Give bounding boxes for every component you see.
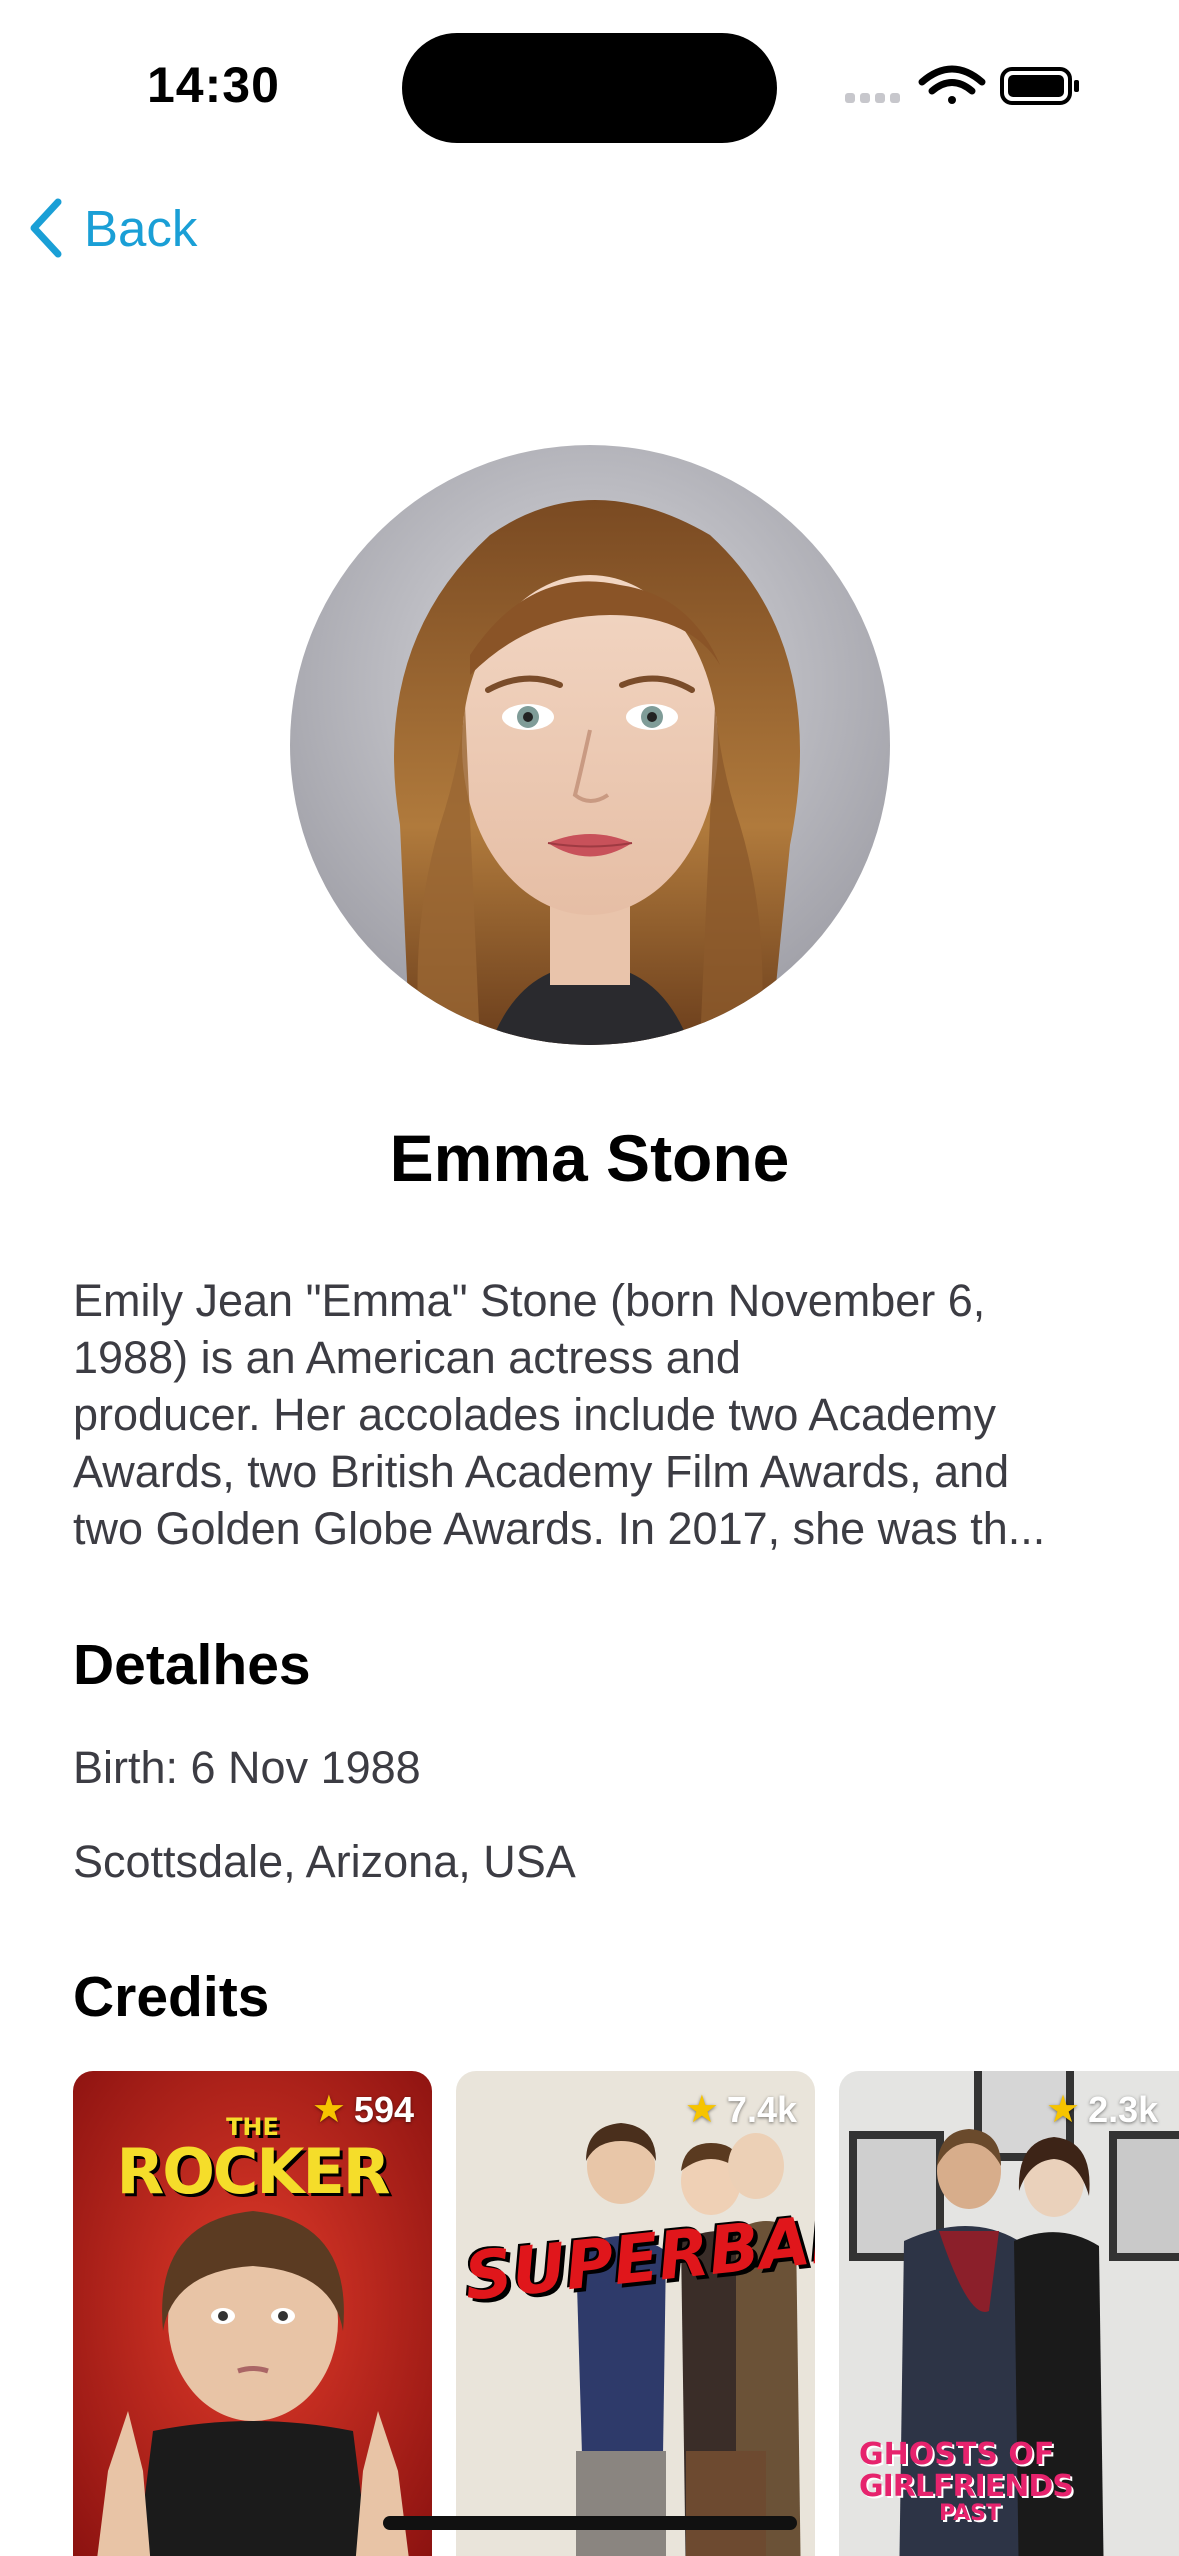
rating-value: 2.3k [1088,2088,1159,2130]
birth-date: Birth: 6 Nov 1988 [73,1742,421,1793]
credit-card[interactable]: GHOSTS OF GIRLFRIENDS PAST ★ 2.3k [839,2071,1179,2556]
poster-title: ROCKER [116,2135,390,2208]
dynamic-island [402,33,777,143]
bio-line: two Golden Globe Awards. In 2017, she wa… [73,1503,1046,1554]
wifi-icon [918,65,986,104]
credit-card[interactable]: THE ROCKER ★ 594 [73,2071,432,2556]
poster-title: GHOSTS OF [859,2437,1055,2472]
rating-value: 7.4k [726,2088,797,2130]
star-icon: ★ [1046,2089,1081,2131]
rating-value: 594 [353,2088,414,2130]
status-icons [845,60,1085,110]
poster-title: GIRLFRIENDS [859,2469,1074,2504]
battery-icon [1000,67,1079,105]
actor-detail-screen: 14:30 Back Emma Stone Emily Jean "Emma" … [0,0,1179,2556]
star-icon: ★ [684,2089,719,2131]
bio-line: Emily Jean "Emma" Stone (born November 6… [73,1275,986,1326]
status-time: 14:30 [147,57,280,113]
biography: Emily Jean "Emma" Stone (born November 6… [73,1272,1113,1557]
cellular-dots-icon [845,93,900,103]
details-heading: Detalhes [73,1633,311,1697]
bio-line: Awards, two British Academy Film Awards,… [73,1446,1010,1497]
star-icon: ★ [311,2089,346,2131]
rating-badge: ★ 7.4k [685,2087,797,2132]
poster-image [456,2071,815,2556]
chevron-left-icon [30,198,62,258]
poster-title: PAST [939,2501,1001,2526]
home-indicator[interactable] [383,2516,797,2530]
rating-badge: ★ 2.3k [1046,2087,1158,2132]
back-label: Back [84,199,198,257]
bio-line: producer. Her accolades include two Acad… [73,1389,997,1440]
back-button[interactable]: Back [26,188,197,268]
credit-card[interactable]: SUPERBAD ★ 7.4k [456,2071,815,2556]
bio-line: 1988) is an American actress and [73,1332,741,1383]
credits-heading: Credits [73,1965,270,2029]
rating-badge: ★ 594 [312,2087,414,2132]
birth-place: Scottsdale, Arizona, USA [73,1836,576,1887]
person-name: Emma Stone [389,1121,790,1195]
avatar [290,445,890,1045]
